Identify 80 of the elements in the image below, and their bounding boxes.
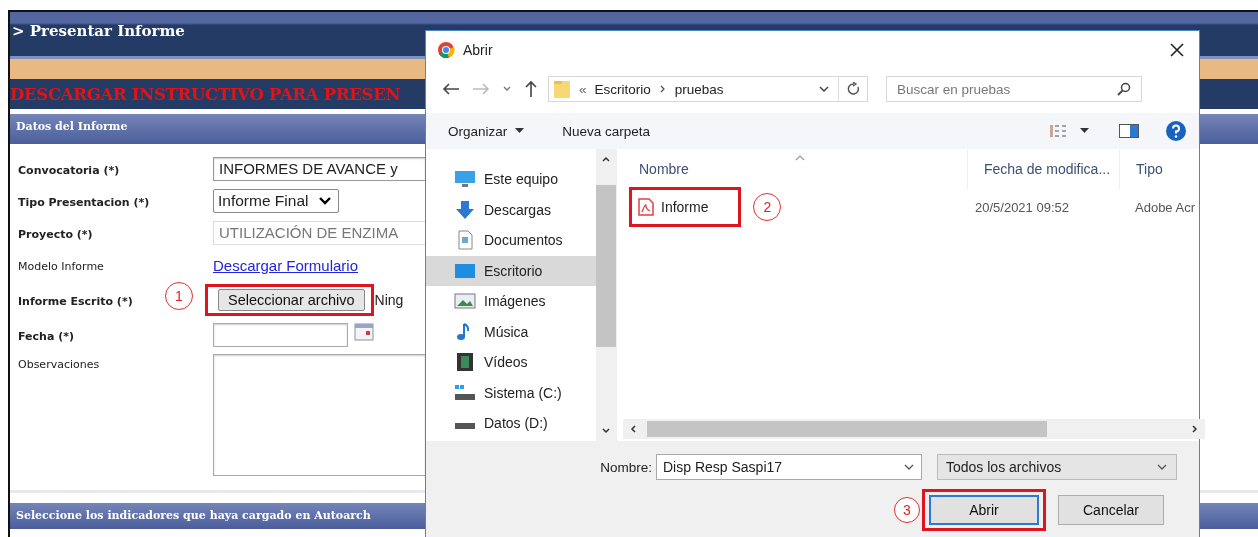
cancel-button[interactable]: Cancelar	[1058, 495, 1164, 525]
path-segment[interactable]: pruebas	[674, 81, 724, 97]
film-icon	[454, 352, 476, 373]
back-arrow-icon[interactable]	[442, 82, 460, 96]
path-overflow[interactable]: «	[579, 81, 587, 97]
caret-icon[interactable]	[1080, 128, 1089, 134]
sidebar-item[interactable]: Este equipo	[426, 164, 596, 195]
column-header[interactable]: Tipo	[1119, 149, 1189, 189]
chevron-down-icon	[1156, 463, 1168, 471]
field-label: Convocatoria (*)	[18, 164, 120, 177]
scrollbar[interactable]	[596, 149, 616, 441]
address-bar[interactable]: « Escritorio pruebas	[548, 76, 868, 102]
file-type-dropdown[interactable]: Todos los archivos	[937, 454, 1177, 480]
step-number: 3	[894, 497, 920, 523]
sidebar-item[interactable]: Música	[426, 316, 596, 347]
chevron-down-icon[interactable]	[818, 85, 830, 93]
date-field[interactable]	[213, 323, 348, 347]
organize-menu[interactable]: Organizar	[448, 123, 508, 139]
table-cell-text: Adobe Acr	[1134, 199, 1196, 215]
text-field[interactable]: INFORMES DE AVANCE y	[213, 157, 425, 181]
scroll-left-icon[interactable]	[629, 424, 637, 434]
dialog-title: Abrir	[463, 42, 493, 58]
column-header[interactable]: Fecha de modifica...	[967, 149, 1119, 189]
pdf-file-icon	[638, 198, 654, 216]
refresh-icon[interactable]	[847, 82, 861, 96]
download-icon	[454, 199, 476, 220]
section-title: Seleccione los indicadores que haya cargado en Autoarch	[16, 509, 371, 522]
file-status: Ning	[374, 292, 404, 308]
field-label: Modelo Informe	[18, 260, 104, 273]
file-item[interactable]: Informe	[638, 198, 709, 216]
preview-pane-icon[interactable]	[1119, 124, 1139, 138]
scroll-up-icon[interactable]	[601, 155, 611, 163]
column-header[interactable]: Nombre	[623, 149, 967, 189]
folder-icon	[553, 79, 571, 99]
page-title: > Presentar Informe	[12, 22, 185, 40]
field-label: Informe Escrito (*)	[18, 295, 133, 308]
sidebar-item[interactable]: Vídeos	[426, 347, 596, 378]
scroll-down-icon[interactable]	[601, 427, 611, 435]
calendar-icon[interactable]	[354, 323, 374, 341]
sidebar-item[interactable]: Documentos	[426, 225, 596, 256]
chevron-right-icon	[658, 84, 667, 94]
sidebar-item[interactable]: Escritorio	[426, 255, 596, 286]
image-icon	[454, 292, 476, 311]
field-label: Proyecto (*)	[18, 228, 93, 241]
field-label: Tipo Presentacion (*)	[18, 196, 150, 209]
desktop-icon	[454, 261, 476, 280]
dropdown[interactable]: Informe Final	[213, 189, 340, 213]
download-link[interactable]: Descargar Formulario	[213, 256, 359, 274]
caret-icon[interactable]	[515, 128, 525, 134]
close-icon[interactable]	[1169, 42, 1185, 58]
scroll-right-icon[interactable]	[1191, 424, 1199, 434]
new-folder-button[interactable]: Nueva carpeta	[562, 123, 651, 139]
open-button[interactable]: Abrir	[929, 495, 1039, 525]
file-name-field[interactable]: Disp Resp Saspi17	[656, 454, 922, 480]
chevron-down-icon[interactable]	[502, 85, 512, 93]
chevron-down-icon	[903, 463, 915, 471]
field-label: Fecha (*)	[18, 330, 74, 343]
browser-icon	[437, 41, 455, 59]
chevron-down-icon	[318, 196, 333, 206]
drive-icon	[454, 423, 476, 430]
sidebar-item[interactable]: Descargas	[426, 194, 596, 225]
path-segment[interactable]: Escritorio	[594, 81, 651, 97]
sidebar-item[interactable]: Sistema (C:)	[426, 377, 596, 408]
choose-file-button[interactable]: Seleccionar archivo	[218, 289, 365, 311]
sidebar-item[interactable]: Imágenes	[426, 286, 596, 317]
up-arrow-icon[interactable]	[524, 80, 538, 98]
sort-caret-icon	[795, 155, 805, 161]
field-label: Observaciones	[18, 358, 100, 371]
help-icon[interactable]	[1165, 120, 1187, 142]
drive-icon	[454, 383, 476, 402]
scrollbar[interactable]	[623, 419, 1205, 439]
table-cell-text: 20/5/2021 09:52	[974, 199, 1070, 215]
step-number: 1	[165, 282, 193, 310]
step-number: 2	[753, 193, 782, 221]
search-field[interactable]: Buscar en pruebas	[886, 76, 1142, 102]
field-label: Nombre:	[599, 459, 652, 475]
sidebar-item[interactable]: Datos (D:)	[426, 408, 596, 439]
search-icon	[1117, 82, 1131, 96]
section-title: Datos del Informe	[16, 120, 128, 133]
computer-icon	[454, 170, 476, 189]
